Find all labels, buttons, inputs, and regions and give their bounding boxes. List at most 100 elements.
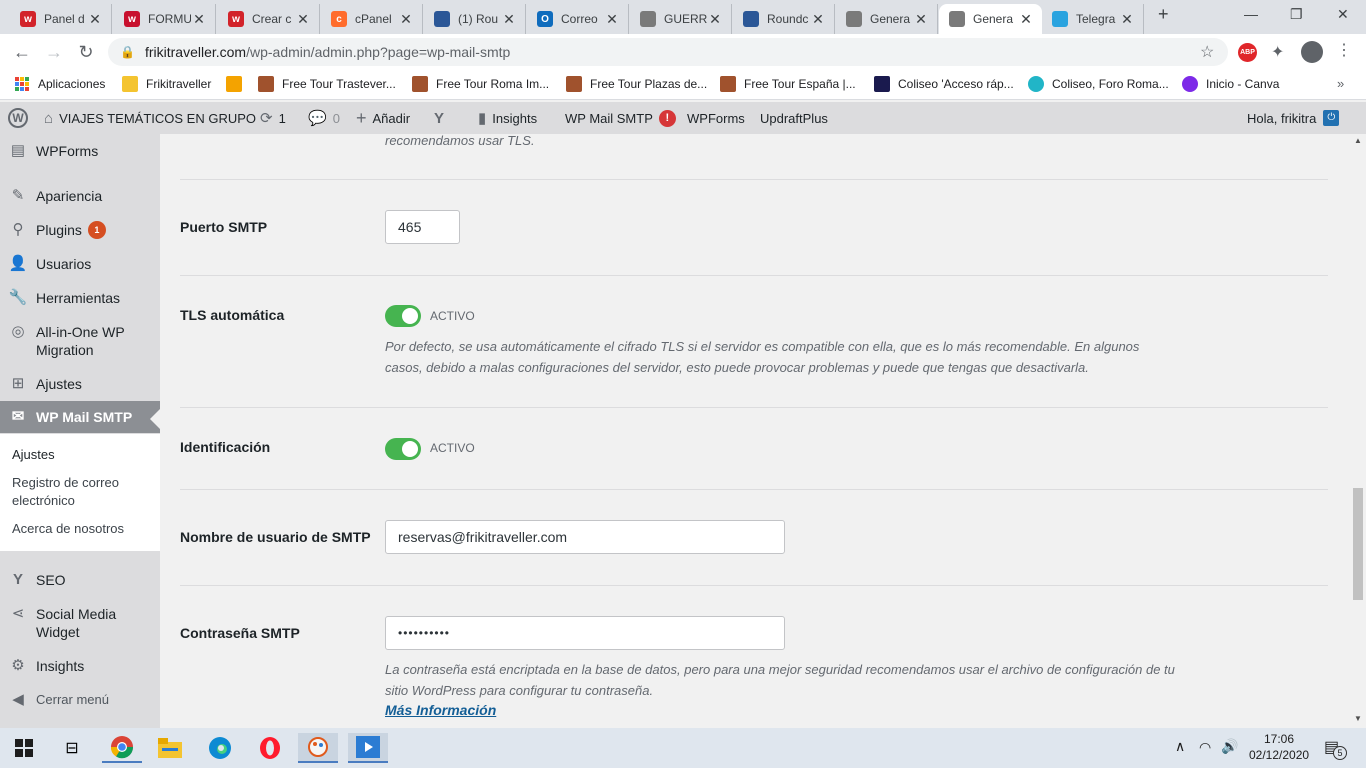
menu-item-seo[interactable]: Y SEO [0,571,160,589]
reload-icon[interactable]: ↻ [74,41,98,63]
menu-item-migration[interactable]: ◎ All-in-One WP Migration [0,323,160,359]
site-name-link[interactable]: ⌂ VIAJES TEMÁTICOS EN GRUPO [44,102,256,134]
media-player-icon[interactable] [348,733,388,763]
more-info-link[interactable]: Más Información [385,702,496,718]
paint-app-icon[interactable] [298,733,338,763]
submenu-acerca[interactable]: Acerca de nosotros [12,520,124,538]
new-tab-button[interactable]: + [1158,4,1169,25]
adblock-icon[interactable]: ABP [1238,43,1257,62]
updraftplus-adminbar-link[interactable]: UpdraftPlus [760,102,828,134]
wpmail-adminbar-link[interactable]: WP Mail SMTP! [565,102,676,134]
bookmark-item[interactable] [226,76,250,92]
menu-item-insights[interactable]: ⚙ Insights [0,657,160,675]
notification-center-icon[interactable]: ▤ 5 [1324,737,1347,760]
windows-start-icon[interactable] [4,733,44,763]
collapse-menu-button[interactable]: ◀ Cerrar menú [0,691,160,709]
bookmark-item[interactable]: Free Tour Plazas de... [566,76,707,92]
tab-close-icon[interactable]: ✕ [604,11,620,28]
volume-icon[interactable]: 🔊 [1221,738,1238,755]
tab-favicon-icon: w [124,11,140,27]
bookmark-item[interactable]: Free Tour Trastever... [258,76,396,92]
menu-item-social-widget[interactable]: ⋖ Social Media Widget [0,605,160,641]
forward-icon[interactable]: → [42,41,66,63]
smtp-port-input[interactable]: 465 [385,210,460,244]
comments-link[interactable]: 💬 0 [308,102,340,134]
menu-item-ajustes[interactable]: ⊞ Ajustes [0,375,160,393]
tab-close-icon[interactable]: ✕ [501,11,517,28]
my-account-link[interactable]: Hola, frikitra ⏻ [1247,102,1340,134]
smtp-password-input[interactable]: •••••••••• [385,616,785,650]
tab-close-icon[interactable]: ✕ [810,11,826,28]
browser-tab[interactable]: Roundc ✕ [733,4,835,34]
opera-icon[interactable] [250,733,290,763]
tab-close-icon[interactable]: ✕ [191,11,207,28]
address-bar[interactable]: 🔒 frikitraveller.com/wp-admin/admin.php?… [108,38,1228,66]
authentication-toggle[interactable] [385,438,421,460]
browser-tab[interactable]: O Correo ✕ [527,4,629,34]
menu-item-herramientas[interactable]: 🔧 Herramientas [0,289,160,307]
updates-link[interactable]: ⟳ 1 [260,102,286,134]
bookmark-item[interactable]: Inicio - Canva [1182,76,1279,92]
menu-label: All-in-One WP Migration [36,324,125,358]
browser-tab[interactable]: Genera ✕ [836,4,938,34]
menu-item-usuarios[interactable]: 👤 Usuarios [0,255,160,273]
divider [180,489,1328,490]
insights-label: Insights [492,110,538,126]
tab-close-icon[interactable]: ✕ [295,11,311,28]
tab-close-icon[interactable]: ✕ [87,11,103,28]
menu-item-plugins[interactable]: ⚲ Plugins 1 [0,221,160,239]
menu-item-wpforms[interactable]: ▤ WPForms [0,142,160,160]
show-hidden-icons[interactable]: ∧ [1175,738,1185,755]
submenu-registro[interactable]: Registro de correo electrónico [12,474,142,510]
edge-icon[interactable] [200,733,240,763]
browser-tab[interactable]: GUERR ✕ [630,4,732,34]
scrollbar-thumb[interactable] [1353,488,1363,600]
wpforms-adminbar-link[interactable]: WPForms [687,102,745,134]
wordpress-logo-icon[interactable]: W [8,102,28,134]
restore-icon[interactable]: ❐ [1290,6,1303,23]
browser-tab[interactable]: w FORMU ✕ [114,4,216,34]
minimize-icon[interactable]: — [1244,6,1258,22]
yoast-adminbar-link[interactable]: Y [434,102,450,134]
bookmark-item[interactable]: Free Tour Roma Im... [412,76,549,92]
tab-close-icon[interactable]: ✕ [1119,11,1135,28]
clock[interactable]: 17:06 02/12/2020 [1249,732,1309,762]
tab-close-icon[interactable]: ✕ [1018,11,1034,28]
bookmarks-overflow-icon[interactable]: » [1337,76,1344,91]
close-window-icon[interactable]: ✕ [1337,6,1349,23]
page-scrollbar[interactable]: ▲ ▼ [1350,134,1366,728]
task-view-icon[interactable]: ⊟ [52,733,92,763]
profile-avatar[interactable] [1301,41,1323,63]
add-new-link[interactable]: + Añadir [356,102,410,134]
back-icon[interactable]: ← [10,41,34,63]
extensions-icon[interactable]: ✦ [1271,42,1284,62]
file-explorer-icon[interactable] [150,733,190,763]
tab-close-icon[interactable]: ✕ [707,11,723,28]
menu-item-apariencia[interactable]: ✎ Apariencia [0,187,160,205]
wifi-icon[interactable]: ◠ [1199,739,1211,756]
bookmark-item[interactable]: Coliseo 'Acceso ráp... [874,76,1014,92]
browser-tab[interactable]: Telegra ✕ [1042,4,1144,34]
browser-tab[interactable]: Genera ✕ [939,4,1042,34]
browser-tab[interactable]: c cPanel ✕ [321,4,423,34]
bookmark-item[interactable]: Frikitraveller [122,76,211,92]
chrome-taskbar-icon[interactable] [102,733,142,763]
menu-item-wp-mail-smtp[interactable]: ✉ WP Mail SMTP [0,401,160,433]
browser-menu-icon[interactable]: ⋮ [1336,40,1352,60]
scroll-down-icon[interactable]: ▼ [1354,714,1362,723]
bookmark-item[interactable]: Coliseo, Foro Roma... [1028,76,1169,92]
bookmark-favicon-icon [566,76,582,92]
auto-tls-toggle[interactable] [385,305,421,327]
bookmark-item[interactable]: Aplicaciones [14,76,105,92]
bookmark-star-icon[interactable]: ☆ [1200,42,1214,62]
tab-close-icon[interactable]: ✕ [913,11,929,28]
browser-tab[interactable]: w Panel d ✕ [10,4,112,34]
browser-tab[interactable]: (1) Rou ✕ [424,4,526,34]
bookmark-item[interactable]: Free Tour España |... [720,76,856,92]
submenu-ajustes[interactable]: Ajustes [12,446,55,464]
insights-adminbar-link[interactable]: ▮ Insights [478,102,537,134]
smtp-username-input[interactable]: reservas@frikitraveller.com [385,520,785,554]
browser-tab[interactable]: w Crear c ✕ [218,4,320,34]
scroll-up-icon[interactable]: ▲ [1354,136,1362,145]
tab-close-icon[interactable]: ✕ [398,11,414,28]
